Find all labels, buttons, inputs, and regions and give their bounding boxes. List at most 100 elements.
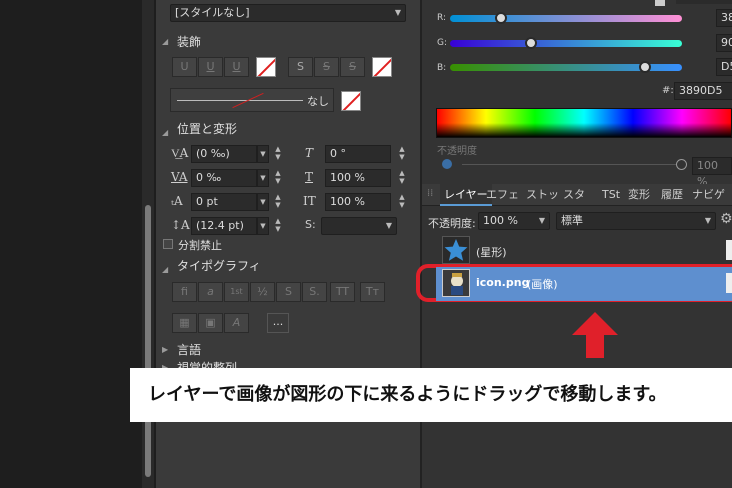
kerning-stepper[interactable]: ▲ ▼ (273, 169, 283, 187)
collapse-triangle-icon[interactable]: ◢ (162, 128, 168, 137)
no-break-checkbox[interactable] (163, 239, 173, 249)
line-preview (177, 100, 303, 101)
color-opacity-label: 不透明度 (437, 146, 477, 157)
baseline-field[interactable]: 0 pt (191, 193, 257, 211)
red-slider[interactable] (450, 15, 682, 22)
swash-button[interactable]: A (224, 313, 249, 333)
kerning-field[interactable]: 0 ‰ (191, 169, 257, 187)
blue-slider-handle[interactable] (638, 61, 651, 73)
collapse-triangle-icon[interactable]: ◢ (162, 37, 168, 46)
strike-single-button[interactable]: S (288, 57, 313, 77)
hex-field[interactable]: 3890D5 (674, 82, 732, 100)
instruction-caption: レイヤーで画像が図形の下に来るようにドラッグで移動します。 (130, 368, 732, 422)
typography-section-header[interactable]: タイポグラフィ (177, 257, 261, 274)
color-opacity-slider[interactable] (462, 164, 682, 165)
color-opacity-field[interactable]: 100 % (692, 157, 732, 188)
leading-field[interactable]: (12.4 pt) (191, 217, 257, 235)
red-value-field[interactable]: 38 (716, 9, 732, 27)
strike-custom-button[interactable]: S (340, 57, 365, 77)
line-none-label: なし (307, 95, 329, 108)
subscript-button[interactable]: S. (302, 282, 327, 302)
underline-custom-button[interactable]: U (224, 57, 249, 77)
layer-thumbnail (442, 269, 470, 297)
gear-icon[interactable]: ⚙ (720, 211, 732, 227)
italic-angle-icon: T (305, 146, 314, 160)
underline-color-swatch[interactable] (256, 57, 276, 77)
color-opacity-handle[interactable] (676, 159, 687, 170)
line-style-selector[interactable]: なし (170, 88, 334, 112)
underline-double-button[interactable]: U (198, 57, 223, 77)
red-label: R: (437, 13, 447, 23)
tracking-field[interactable]: (0 ‰) (191, 145, 257, 163)
italic-angle-field[interactable]: 0 ° (325, 145, 391, 163)
tracking-stepper[interactable]: ▲ ▼ (273, 145, 283, 163)
layer-thumbnail (442, 236, 470, 264)
line-color-swatch[interactable] (341, 91, 361, 111)
expand-triangle-icon[interactable]: ▶ (162, 345, 168, 354)
shear-dropdown[interactable]: ▼ (321, 217, 397, 235)
baseline-dropdown-button[interactable]: ▼ (257, 193, 269, 211)
green-value-field[interactable]: 90 (716, 34, 732, 52)
tab-effects[interactable]: エフェクト (486, 184, 522, 206)
red-slider-handle[interactable] (495, 12, 508, 24)
layer-opacity-dropdown[interactable]: 100 % ▼ (478, 212, 550, 230)
chevron-down-icon: ▼ (394, 8, 401, 17)
layer-opacity-label: 不透明度: (428, 217, 476, 230)
more-typography-button[interactable]: ... (267, 313, 289, 333)
kerning-dropdown-button[interactable]: ▼ (257, 169, 269, 187)
layer-row-star[interactable]: (星形) (436, 234, 732, 268)
position-section-header[interactable]: 位置と変形 (177, 120, 237, 137)
frame-button[interactable]: ▣ (198, 313, 223, 333)
fraction-button[interactable]: ½ (250, 282, 275, 302)
leading-stepper[interactable]: ▲ ▼ (273, 217, 283, 235)
baseline-icon: ₜA (171, 194, 183, 208)
grip-icon[interactable]: ⁞⁞ (427, 188, 433, 199)
tab-styles[interactable]: スタイル (563, 184, 595, 206)
strike-color-swatch[interactable] (372, 57, 392, 77)
green-slider[interactable] (450, 40, 682, 47)
swatch-icon[interactable] (655, 0, 665, 6)
color-spectrum[interactable] (436, 108, 732, 138)
baseline-stepper[interactable]: ▲ ▼ (273, 193, 283, 211)
tab-history[interactable]: 履歴 (661, 184, 683, 206)
blend-mode-value: 標準 (561, 214, 583, 227)
layer-visibility-toggle[interactable] (726, 273, 732, 293)
superscript-button[interactable]: S (276, 282, 301, 302)
vertical-scale-stepper[interactable]: ▲ ▼ (397, 169, 407, 187)
all-caps-button[interactable]: TT (330, 282, 355, 302)
collapse-triangle-icon[interactable]: ◢ (162, 265, 168, 274)
chevron-down-icon: ▼ (385, 221, 392, 230)
tab-stock[interactable]: ストック (526, 184, 559, 206)
decoration-section-header[interactable]: 装飾 (177, 33, 201, 50)
horizontal-scale-stepper[interactable]: ▲ ▼ (397, 193, 407, 211)
tab-transform[interactable]: 変形 (628, 184, 650, 206)
layer-name: (星形) (476, 246, 507, 259)
tab-text-styles[interactable]: TSt (602, 184, 620, 206)
layer-row-image-selected[interactable]: icon.png (画像) (436, 267, 732, 301)
layer-type: (画像) (527, 278, 558, 291)
horizontal-scale-field[interactable]: 100 % (325, 193, 391, 211)
layer-visibility-toggle[interactable] (726, 240, 732, 260)
color-top-field[interactable] (676, 0, 732, 4)
blend-mode-dropdown[interactable]: 標準 ▼ (556, 212, 716, 230)
underline-single-button[interactable]: U (172, 57, 197, 77)
small-caps-button[interactable]: Tт (360, 282, 385, 302)
ornament-button[interactable]: ▦ (172, 313, 197, 333)
paragraph-style-dropdown[interactable]: [スタイルなし] ▼ (170, 4, 406, 22)
blue-value-field[interactable]: D5 (716, 58, 732, 76)
tab-layers[interactable]: レイヤー (440, 184, 492, 206)
tracking-dropdown-button[interactable]: ▼ (257, 145, 269, 163)
ligature-button[interactable]: fi (172, 282, 197, 302)
vertical-scale-field[interactable]: 100 % (325, 169, 391, 187)
tab-navigator[interactable]: ナビゲーター (692, 184, 728, 206)
strike-double-button[interactable]: S (314, 57, 339, 77)
leading-dropdown-button[interactable]: ▼ (257, 217, 269, 235)
ordinal-button[interactable]: 1st (224, 282, 249, 302)
stylistic-alt-button[interactable]: a (198, 282, 223, 302)
language-section-header[interactable]: 言語 (177, 341, 201, 358)
panel-scrollbar-thumb[interactable] (145, 205, 151, 477)
shear-label: S: (305, 218, 316, 231)
style-dropdown-value: [スタイルなし] (175, 6, 250, 19)
layer-name: icon.png (476, 276, 530, 289)
italic-angle-stepper[interactable]: ▲ ▼ (397, 145, 407, 163)
